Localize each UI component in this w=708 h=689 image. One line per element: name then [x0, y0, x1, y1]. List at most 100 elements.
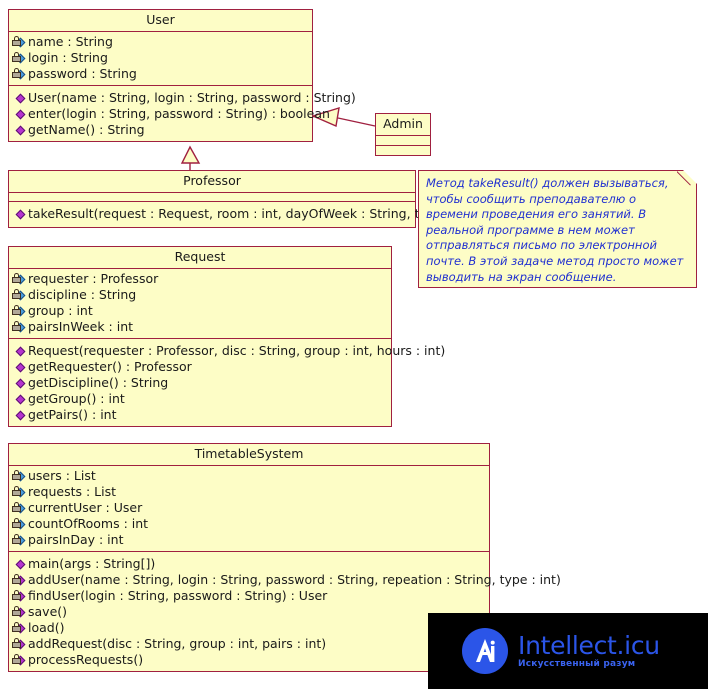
method-row: takeResult(request : Request, room : int… [9, 206, 476, 222]
method-label: getName() : String [28, 122, 145, 138]
attribute-row: requests : List [9, 484, 489, 500]
attribute-row: login : String [9, 50, 312, 66]
attribute-row: currentUser : User [9, 500, 489, 516]
private-attribute-icon [11, 304, 27, 318]
private-method-icon [11, 637, 27, 651]
public-method-icon [11, 360, 27, 374]
attribute-row: password : String [9, 66, 312, 82]
private-method-icon [11, 605, 27, 619]
class-box-admin[interactable]: Admin [375, 113, 431, 157]
methods-compartment-user: User(name : String, login : String, pass… [9, 86, 356, 141]
private-attribute-icon [11, 469, 27, 483]
attribute-label: name : String [28, 34, 113, 50]
attribute-row: name : String [9, 34, 312, 50]
private-attribute-icon [11, 35, 27, 49]
private-method-icon [11, 653, 27, 667]
attribute-label: users : List [28, 468, 96, 484]
attributes-compartment-request: requester : Professor discipline : Strin… [9, 269, 391, 340]
attribute-label: group : int [28, 303, 93, 319]
watermark-title: Intellect.icu [518, 630, 660, 660]
class-box-request[interactable]: Request requester : Professor discipline… [8, 246, 445, 428]
watermark-subtitle: Искусственный разум [518, 658, 636, 669]
method-label: addRequest(disc : String, group : int, p… [28, 636, 327, 652]
private-attribute-icon [11, 517, 27, 531]
attribute-row: countOfRooms : int [9, 516, 489, 532]
attribute-label: requests : List [28, 484, 117, 500]
method-label: getRequester() : Professor [28, 359, 192, 375]
private-method-icon [11, 621, 27, 635]
attribute-row: group : int [9, 303, 391, 319]
method-label: getPairs() : int [28, 407, 117, 423]
method-row: getName() : String [9, 122, 312, 138]
attribute-row: pairsInWeek : int [9, 319, 391, 335]
intellect-logo-icon [462, 628, 508, 674]
public-method-icon [11, 376, 27, 390]
attribute-label: discipline : String [28, 287, 137, 303]
method-label: getGroup() : int [28, 391, 125, 407]
method-row: User(name : String, login : String, pass… [9, 90, 356, 106]
class-box-user[interactable]: User name : String login : String passwo… [8, 9, 356, 143]
method-label: findUser(login : String, password : Stri… [28, 588, 328, 604]
method-label: save() [28, 604, 68, 620]
attribute-row: discipline : String [9, 287, 391, 303]
method-label: main(args : String[]) [28, 556, 156, 572]
methods-compartment-request: Request(requester : Professor, disc : St… [9, 339, 445, 426]
method-row: getRequester() : Professor [9, 359, 391, 375]
method-label: addUser(name : String, login : String, p… [28, 572, 561, 588]
note-box: Метод takeResult() должен вызываться, чт… [418, 170, 697, 288]
method-label: Request(requester : Professor, disc : St… [28, 343, 446, 359]
method-row: findUser(login : String, password : Stri… [9, 588, 489, 604]
class-box-professor[interactable]: Professor takeResult(request : Request, … [8, 170, 476, 229]
note-text: Метод takeResult() должен вызываться, чт… [426, 176, 684, 284]
class-name-admin: Admin [376, 114, 430, 137]
diagram-canvas: User name : String login : String passwo… [0, 0, 708, 689]
attribute-label: pairsInWeek : int [28, 319, 134, 335]
private-attribute-icon [11, 533, 27, 547]
method-row: getPairs() : int [9, 407, 391, 423]
private-method-icon [11, 589, 27, 603]
private-attribute-icon [11, 320, 27, 334]
attribute-label: countOfRooms : int [28, 516, 149, 532]
attribute-label: pairsInDay : int [28, 532, 124, 548]
public-method-icon [11, 408, 27, 422]
attributes-compartment-timetablesystem: users : List requests : List currentUser… [9, 466, 489, 553]
watermark-text-block: Intellect.icu Искусственный разум [518, 630, 660, 670]
ai-monogram-icon [476, 639, 495, 662]
class-name-timetablesystem: TimetableSystem [9, 444, 489, 467]
private-method-icon [11, 573, 27, 587]
public-method-icon [11, 344, 27, 358]
public-method-icon [11, 207, 27, 221]
private-attribute-icon [11, 288, 27, 302]
class-box-timetablesystem[interactable]: TimetableSystem users : List requests : … [8, 443, 561, 673]
public-method-icon [11, 107, 27, 121]
private-attribute-icon [11, 485, 27, 499]
public-method-icon [11, 123, 27, 137]
method-label: getDiscipline() : String [28, 375, 169, 391]
method-row: getDiscipline() : String [9, 375, 391, 391]
private-attribute-icon [11, 272, 27, 286]
private-attribute-icon [11, 67, 27, 81]
method-label: processRequests() [28, 652, 144, 668]
private-attribute-icon [11, 51, 27, 65]
attribute-label: login : String [28, 50, 108, 66]
attribute-label: password : String [28, 66, 137, 82]
method-label: enter(login : String, password : String)… [28, 106, 330, 122]
methods-compartment-timetablesystem: main(args : String[]) addUser(name : Str… [9, 552, 561, 671]
attribute-label: currentUser : User [28, 500, 143, 516]
public-method-icon [11, 392, 27, 406]
method-row: main(args : String[]) [9, 556, 489, 572]
method-row: processRequests() [9, 652, 489, 668]
watermark-banner: Intellect.icu Искусственный разум [428, 613, 708, 689]
methods-compartment-admin [376, 146, 430, 155]
class-name-request: Request [9, 247, 391, 270]
private-attribute-icon [11, 501, 27, 515]
method-row: Request(requester : Professor, disc : St… [9, 343, 445, 359]
attribute-row: pairsInDay : int [9, 532, 489, 548]
class-name-user: User [9, 10, 312, 33]
public-method-icon [11, 557, 27, 571]
public-method-icon [11, 91, 27, 105]
method-row: save() [9, 604, 489, 620]
class-name-professor: Professor [9, 171, 415, 194]
attribute-label: requester : Professor [28, 271, 159, 287]
attribute-row: users : List [9, 468, 489, 484]
